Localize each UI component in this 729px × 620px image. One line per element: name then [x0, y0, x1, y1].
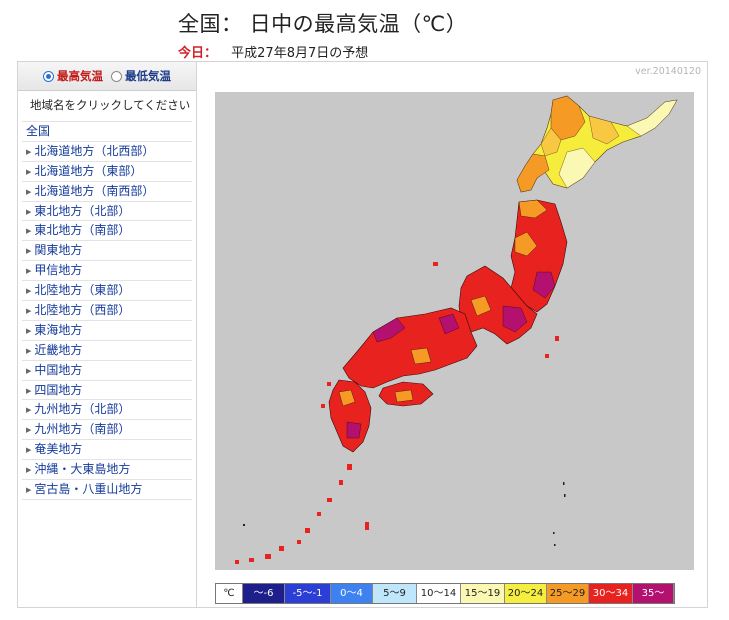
arrow-right-icon: ▶: [26, 267, 32, 276]
region-link-label: 九州地方（北部）: [34, 402, 131, 417]
region-link[interactable]: ▶ 奄美地方: [22, 440, 192, 461]
arrow-right-icon: ▶: [26, 167, 32, 176]
remote-islands: [243, 482, 566, 546]
legend-bin: 15〜19: [461, 584, 505, 603]
region-link[interactable]: ▶ 九州地方（南部）: [22, 420, 192, 441]
max-temp-radio[interactable]: 最高気温: [43, 68, 103, 84]
legend-bin: 10〜14: [417, 584, 461, 603]
region-link-label: 東北地方（北部）: [34, 203, 131, 218]
legend-bin: 0〜4: [331, 584, 373, 603]
japan-temperature-map: [235, 95, 678, 564]
today-label: 今日：: [178, 46, 218, 61]
region-link[interactable]: ▶ 東北地方（北部）: [22, 202, 192, 222]
region-link-label: 東海地方: [34, 322, 83, 337]
region-link-label: 沖縄・大東島地方: [34, 462, 131, 477]
arrow-right-icon: ▶: [26, 446, 32, 455]
honshu-west-region[interactable]: [342, 307, 478, 389]
arrow-right-icon: ▶: [26, 187, 32, 196]
region-link[interactable]: ▶ 近畿地方: [22, 341, 192, 361]
min-temp-label: 最低気温: [125, 69, 171, 83]
region-link-label: 東北地方（南部）: [34, 223, 131, 238]
arrow-right-icon: ▶: [26, 307, 32, 316]
sidebar-hint: 地域名をクリックしてください: [22, 91, 192, 122]
region-link-label: 全国: [26, 124, 51, 138]
max-temp-label: 最高気温: [57, 69, 103, 83]
legend-bin: 5〜9: [373, 584, 417, 603]
hokkaido-region[interactable]: [516, 95, 678, 193]
shikoku-region[interactable]: [378, 381, 434, 407]
region-link[interactable]: ▶ 沖縄・大東島地方: [22, 460, 192, 481]
legend-bin: 35〜: [633, 584, 674, 603]
temperature-legend: ℃ 〜-6 -5〜-1 0〜4 5〜9 10〜14 15〜19 20〜24 25〜29 30〜3…: [215, 583, 675, 604]
region-link-label: 中国地方: [34, 362, 83, 377]
region-link[interactable]: ▶ 北海道地方（南西部）: [22, 182, 192, 202]
region-link-all[interactable]: 全国: [22, 122, 192, 142]
kyushu-region[interactable]: [328, 379, 372, 453]
legend-bin: 〜-6: [243, 584, 285, 603]
arrow-right-icon: ▶: [26, 326, 32, 335]
legend-bin: 20〜24: [505, 584, 547, 603]
arrow-right-icon: ▶: [26, 426, 32, 435]
region-link[interactable]: ▶ 九州地方（北部）: [22, 400, 192, 421]
arrow-right-icon: ▶: [26, 366, 32, 375]
arrow-right-icon: ▶: [26, 466, 32, 475]
legend-unit: ℃: [216, 584, 243, 603]
region-link-label: 北陸地方（西部）: [34, 303, 131, 318]
arrow-right-icon: ▶: [26, 346, 32, 355]
region-link-label: 宮古島・八重山地方: [34, 482, 143, 497]
page-title: 全国： 日中の最高気温（℃）: [178, 12, 468, 36]
arrow-right-icon: ▶: [26, 486, 32, 495]
radio-selected-icon: [43, 70, 54, 82]
legend-bin: 30〜34: [589, 584, 633, 603]
version-label: ver.20140120: [635, 66, 701, 77]
region-link[interactable]: ▶ 中国地方: [22, 361, 192, 381]
arrow-right-icon: ▶: [26, 147, 32, 156]
arrow-right-icon: ▶: [26, 406, 32, 415]
region-link-label: 四国地方: [34, 382, 83, 397]
region-link[interactable]: ▶ 四国地方: [22, 381, 192, 401]
legend-bin: 25〜29: [547, 584, 589, 603]
region-link-label: 北海道地方（南西部）: [34, 183, 155, 198]
arrow-right-icon: ▶: [26, 247, 32, 256]
region-link-label: 甲信地方: [34, 263, 83, 278]
temperature-type-toggle: 最高気温 最低気温: [18, 62, 196, 91]
tohoku-region[interactable]: [510, 199, 568, 313]
legend-bin: -5〜-1: [285, 584, 331, 603]
region-link[interactable]: ▶ 東海地方: [22, 321, 192, 341]
region-list: 全国 ▶ 北海道地方（北西部） ▶ 北海道地方（東部） ▶ 北海道地方（南西部） ▶ 東北地方（…: [18, 122, 196, 500]
arrow-right-icon: ▶: [26, 287, 32, 296]
region-link-label: 奄美地方: [34, 442, 83, 457]
forecast-panel: 最高気温 最低気温 地域名をクリックしてください 全国 ▶ 北海道地方（北西部） ▶ 北…: [17, 61, 708, 608]
region-link-label: 九州地方（南部）: [34, 422, 131, 437]
region-link[interactable]: ▶ 北陸地方（東部）: [22, 281, 192, 302]
region-link[interactable]: ▶ 東北地方（南部）: [22, 221, 192, 242]
region-sidebar: 最高気温 最低気温 地域名をクリックしてください 全国 ▶ 北海道地方（北西部） ▶ 北…: [18, 62, 197, 607]
min-temp-radio[interactable]: 最低気温: [111, 68, 171, 84]
radio-unselected-icon: [111, 70, 122, 82]
region-link-label: 北陸地方（東部）: [34, 283, 131, 298]
region-link[interactable]: ▶ 宮古島・八重山地方: [22, 480, 192, 500]
region-link[interactable]: ▶ 関東地方: [22, 241, 192, 262]
region-link-label: 北海道地方（東部）: [34, 163, 143, 178]
region-link[interactable]: ▶ 北海道地方（東部）: [22, 162, 192, 182]
region-link[interactable]: ▶ 北海道地方（北西部）: [22, 142, 192, 162]
forecast-date: 平成27年8月7日の予想: [231, 46, 369, 61]
forecast-date-line: 今日： 平成27年8月7日の予想: [178, 42, 368, 61]
arrow-right-icon: ▶: [26, 227, 32, 236]
arrow-right-icon: ▶: [26, 386, 32, 395]
region-link[interactable]: ▶ 北陸地方（西部）: [22, 301, 192, 321]
arrow-right-icon: ▶: [26, 207, 32, 216]
region-link-label: 近畿地方: [34, 342, 83, 357]
region-link-label: 北海道地方（北西部）: [34, 143, 155, 158]
temperature-map: [215, 92, 694, 570]
region-link-label: 関東地方: [34, 243, 83, 258]
region-link[interactable]: ▶ 甲信地方: [22, 261, 192, 282]
